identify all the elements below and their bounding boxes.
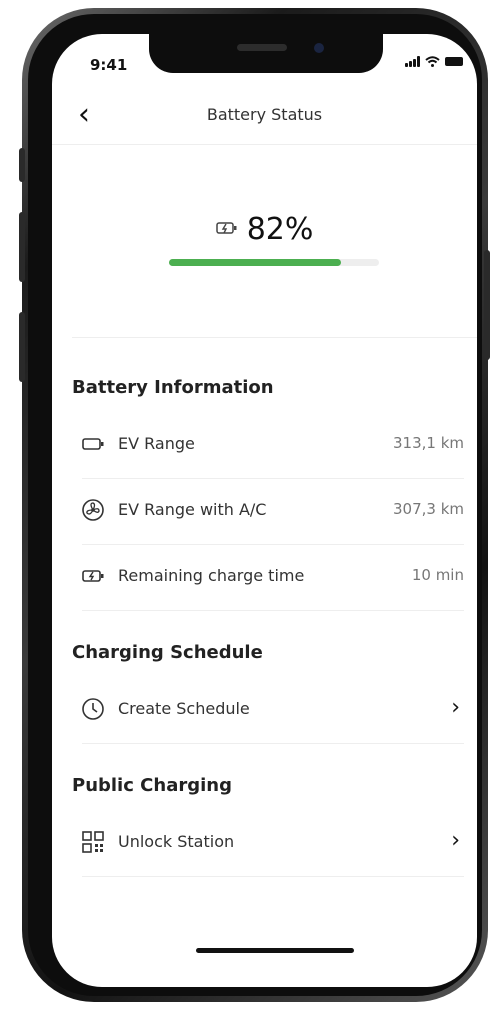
volume-down-button	[19, 312, 25, 382]
notch	[149, 34, 383, 73]
battery-level-fill	[169, 259, 342, 266]
mute-switch	[19, 148, 25, 182]
unlock-station-label: Unlock Station	[118, 832, 235, 851]
create-schedule-row[interactable]: Create Schedule ›	[82, 677, 464, 744]
ev-range-row: EV Range 313,1 km	[82, 412, 464, 479]
clock-icon	[82, 698, 104, 720]
remaining-charge-value: 10 min	[411, 566, 464, 584]
speaker	[237, 44, 287, 51]
divider	[72, 337, 477, 338]
battery-summary: 82%	[52, 212, 477, 247]
create-schedule-label: Create Schedule	[118, 699, 250, 718]
status-battery-icon	[445, 57, 463, 66]
ev-range-label: EV Range	[118, 434, 195, 453]
battery-icon	[82, 433, 104, 455]
battery-percent: 82%	[246, 212, 314, 247]
battery-information-title: Battery Information	[72, 377, 274, 398]
page-title: Battery Status	[206, 105, 323, 124]
battery-charging-icon	[215, 221, 238, 239]
screen: 9:41 ‹ Battery Status 82% Battery Inform…	[52, 34, 477, 987]
remaining-charge-label: Remaining charge time	[118, 566, 305, 585]
front-camera	[314, 43, 324, 53]
battery-level-bar	[169, 259, 379, 266]
signal-icon	[405, 56, 420, 67]
battery-charging-icon	[82, 565, 104, 587]
status-icons	[405, 56, 463, 67]
ev-range-value: 313,1 km	[392, 434, 464, 452]
status-time: 9:41	[90, 56, 128, 74]
power-button	[484, 250, 490, 360]
chevron-right-icon: ›	[451, 695, 460, 720]
ev-range-ac-value: 307,3 km	[392, 500, 464, 518]
qr-code-icon	[82, 831, 104, 853]
public-charging-title: Public Charging	[72, 775, 232, 796]
wifi-icon	[425, 56, 440, 67]
unlock-station-row[interactable]: Unlock Station ›	[82, 810, 464, 877]
volume-up-button	[19, 212, 25, 282]
fan-icon	[82, 499, 104, 521]
chevron-right-icon: ›	[451, 828, 460, 853]
charging-schedule-title: Charging Schedule	[72, 642, 263, 663]
remaining-charge-row: Remaining charge time 10 min	[82, 544, 464, 611]
ev-range-ac-row: EV Range with A/C 307,3 km	[82, 478, 464, 545]
ev-range-ac-label: EV Range with A/C	[118, 500, 267, 519]
home-indicator[interactable]	[196, 948, 354, 953]
nav-header: ‹ Battery Status	[52, 92, 477, 145]
